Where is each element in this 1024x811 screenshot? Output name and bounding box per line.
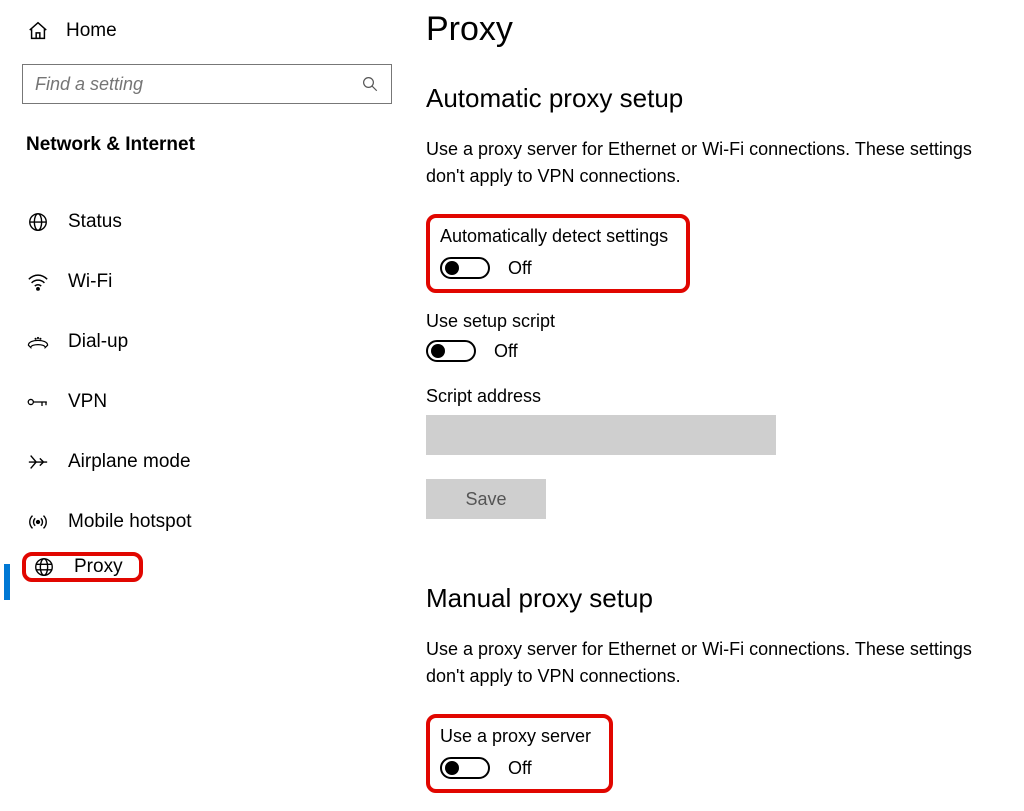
settings-sidebar: Home Network & Internet Status — [0, 0, 420, 789]
sidebar-item-status[interactable]: Status — [0, 192, 420, 252]
sidebar-item-label: Wi-Fi — [68, 271, 112, 293]
save-button: Save — [426, 479, 546, 519]
auto-proxy-heading: Automatic proxy setup — [426, 83, 1012, 114]
home-label: Home — [66, 20, 117, 42]
nav-list: Status Wi-Fi Dial-up — [0, 192, 420, 582]
setup-script-toggle[interactable] — [426, 340, 476, 362]
annotation-highlight: Use a proxy server Off — [426, 714, 613, 793]
auto-detect-state: Off — [508, 258, 532, 279]
setup-script-state: Off — [494, 341, 518, 362]
sidebar-item-dialup[interactable]: Dial-up — [0, 312, 420, 372]
dialup-icon — [26, 333, 50, 351]
sidebar-item-label: Mobile hotspot — [68, 511, 192, 533]
sidebar-item-label: Dial-up — [68, 331, 128, 353]
use-proxy-toggle[interactable] — [440, 757, 490, 779]
wifi-icon — [26, 272, 50, 292]
home-icon — [26, 20, 50, 42]
settings-main: Proxy Automatic proxy setup Use a proxy … — [420, 0, 1024, 789]
use-proxy-state: Off — [508, 758, 532, 779]
annotation-highlight: Automatically detect settings Off — [426, 214, 690, 293]
manual-proxy-description: Use a proxy server for Ethernet or Wi-Fi… — [426, 636, 986, 690]
vpn-icon — [26, 393, 50, 411]
auto-detect-toggle[interactable] — [440, 257, 490, 279]
manual-proxy-heading: Manual proxy setup — [426, 583, 1012, 614]
use-proxy-label: Use a proxy server — [440, 726, 591, 747]
category-heading: Network & Internet — [0, 134, 420, 156]
auto-detect-label: Automatically detect settings — [440, 226, 668, 247]
globe-icon — [26, 211, 50, 233]
sidebar-item-proxy[interactable]: Proxy — [4, 552, 420, 582]
hotspot-icon — [26, 511, 50, 533]
setup-script-label: Use setup script — [426, 311, 1012, 332]
proxy-icon — [32, 556, 56, 578]
annotation-highlight: Proxy — [22, 552, 143, 582]
page-title: Proxy — [426, 10, 1012, 49]
search-icon — [361, 75, 379, 93]
home-link[interactable]: Home — [0, 20, 420, 42]
sidebar-item-vpn[interactable]: VPN — [0, 372, 420, 432]
script-address-input — [426, 415, 776, 455]
sidebar-item-wifi[interactable]: Wi-Fi — [0, 252, 420, 312]
sidebar-item-label: Airplane mode — [68, 451, 191, 473]
script-address-label: Script address — [426, 386, 1012, 407]
sidebar-item-label: Proxy — [74, 556, 123, 578]
search-box[interactable] — [22, 64, 392, 104]
search-input[interactable] — [35, 74, 361, 95]
sidebar-item-hotspot[interactable]: Mobile hotspot — [0, 492, 420, 552]
sidebar-item-airplane[interactable]: Airplane mode — [0, 432, 420, 492]
airplane-icon — [26, 451, 50, 473]
sidebar-item-label: Status — [68, 211, 122, 233]
sidebar-item-label: VPN — [68, 391, 107, 413]
auto-proxy-description: Use a proxy server for Ethernet or Wi-Fi… — [426, 136, 986, 190]
